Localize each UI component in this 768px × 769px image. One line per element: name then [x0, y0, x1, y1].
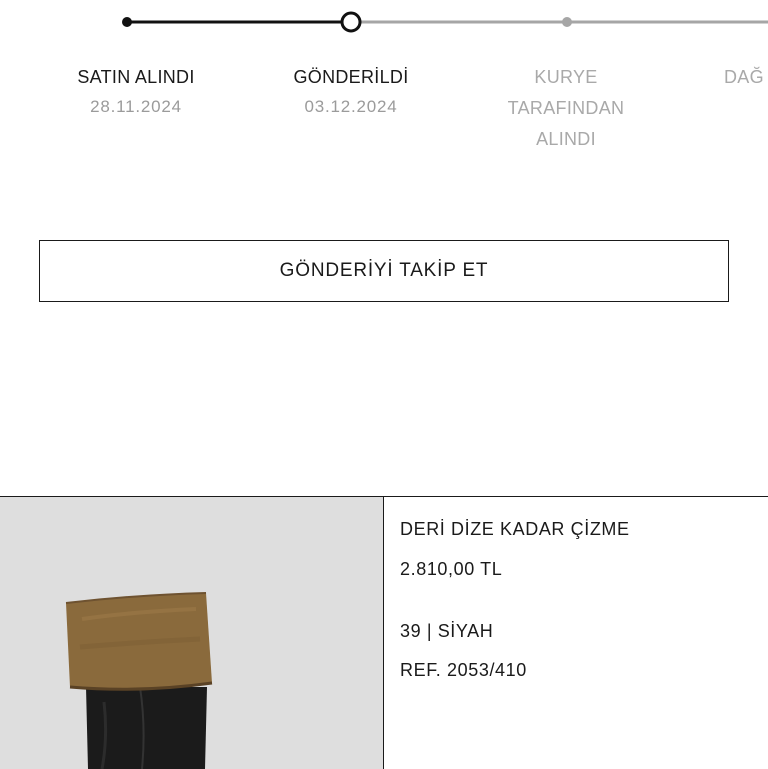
order-progress-tracker: SATIN ALINDI 28.11.2024 GÖNDERİLDİ 03.12… [0, 0, 768, 160]
product-size-color: 39 | SİYAH [400, 621, 494, 641]
step-courier-picked-up: KURYE TARAFINDAN ALINDI [486, 62, 646, 155]
step-dot-courier [562, 17, 572, 27]
track-shipment-button[interactable]: GÖNDERİYİ TAKİP ET [39, 240, 729, 302]
boot-image [0, 497, 383, 769]
step-label: KURYE TARAFINDAN ALINDI [507, 67, 625, 149]
step-label: DAĞ [724, 67, 764, 87]
product-name[interactable]: DERİ DİZE KADAR ÇİZME [400, 519, 630, 540]
step-distribution: DAĞ [724, 62, 768, 93]
step-date: 03.12.2024 [304, 97, 398, 116]
product-price: 2.810,00 TL [400, 559, 503, 579]
step-purchased: SATIN ALINDI 28.11.2024 [46, 62, 226, 121]
order-item[interactable]: DERİ DİZE KADAR ÇİZME 2.810,00 TL 39 | S… [0, 496, 768, 769]
track-shipment-label: GÖNDERİYİ TAKİP ET [279, 260, 489, 281]
step-label: GÖNDERİLDİ [293, 67, 409, 87]
step-label: SATIN ALINDI [77, 67, 195, 87]
step-date: 28.11.2024 [90, 97, 182, 116]
step-shipped: GÖNDERİLDİ 03.12.2024 [261, 62, 441, 121]
step-dot-shipped-current [340, 11, 362, 33]
product-reference: REF. 2053/410 [400, 660, 527, 680]
step-dot-purchased [122, 17, 132, 27]
product-image[interactable] [0, 497, 384, 769]
